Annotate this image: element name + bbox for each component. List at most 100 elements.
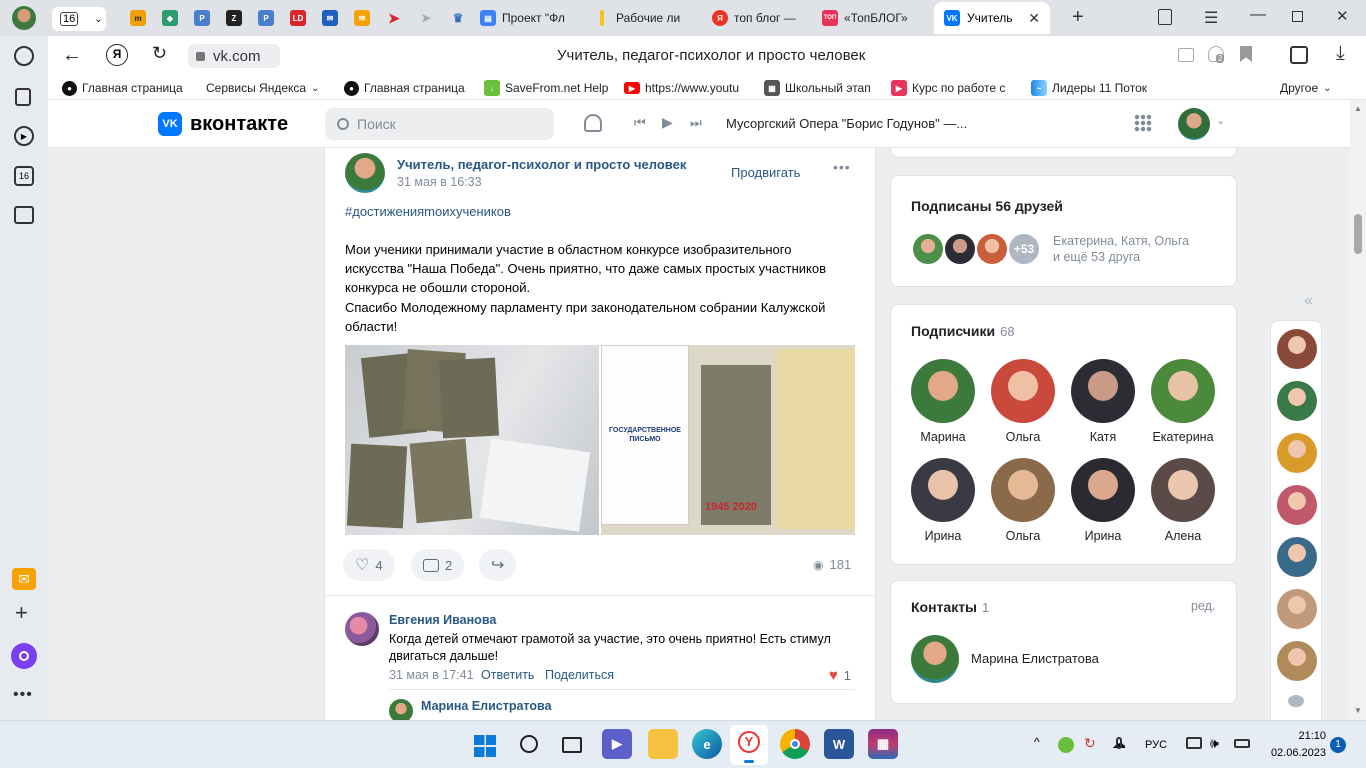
new-tab-button[interactable]: + [1072, 6, 1084, 29]
bookmark-item[interactable]: ▶ Курс по работе с [891, 78, 1019, 98]
follower-name[interactable]: Катя [1063, 430, 1143, 444]
tab-worksheets[interactable]: Рабочие ли [600, 4, 700, 32]
pinned-tab-3[interactable]: P [194, 10, 210, 26]
reply-author[interactable]: Марина Елистратова [421, 699, 552, 713]
post-date[interactable]: 31 мая в 16:33 [397, 175, 482, 189]
start-icon[interactable] [474, 735, 496, 757]
chrome-icon[interactable] [780, 729, 810, 759]
bookmark-item[interactable]: ↓ SaveFrom.net Help [484, 78, 612, 98]
edge-icon[interactable]: e [692, 729, 722, 759]
follower-name[interactable]: Ольга [983, 430, 1063, 444]
bookmark-icon[interactable] [1240, 46, 1252, 62]
follower-avatar[interactable] [1151, 359, 1215, 423]
like-button[interactable]: ♡ 4 [343, 549, 395, 581]
language-indicator[interactable]: РУС [1145, 739, 1167, 751]
followers-heading[interactable]: Подписчики 68 [911, 323, 1015, 339]
pinned-tab-2[interactable]: ◆ [162, 10, 178, 26]
bookmark-item[interactable]: ▦ Школьный этап [764, 78, 880, 98]
next-track-icon[interactable]: ⏭ [690, 115, 702, 131]
post-hashtag[interactable]: #достиженияmoихучеников [345, 204, 511, 219]
post-photo-2[interactable]: ГОСУДАРСТВЕННОЕ ПИСЬМО 1945 2020 [601, 345, 855, 535]
search-taskbar-icon[interactable] [520, 735, 538, 753]
follower-avatar[interactable] [911, 458, 975, 522]
vk-search[interactable]: Поиск [325, 108, 554, 140]
tab-counter-button[interactable]: 16 ⌄ [52, 7, 106, 31]
pinned-tab-5[interactable]: P [258, 10, 274, 26]
bookmark-item[interactable]: ~ Лидеры 11 Поток [1031, 78, 1157, 98]
chat-contact-avatar[interactable] [1277, 537, 1317, 577]
post-author[interactable]: Учитель, педагог-психолог и просто челов… [397, 157, 686, 172]
back-icon[interactable]: ← [62, 44, 82, 67]
comment-share[interactable]: Поделиться [545, 668, 614, 682]
pinned-tab-11[interactable]: ♛ [450, 10, 466, 26]
contact-name[interactable]: Марина Елистратова [971, 651, 1099, 666]
yandex-home-icon[interactable]: Я [106, 44, 128, 66]
comment-date[interactable]: 31 мая в 17:41 [389, 668, 474, 682]
share-button[interactable]: ↪ [479, 549, 517, 581]
post-photo-1[interactable] [345, 345, 599, 535]
tab-project[interactable]: ▤ Проект "Фл [480, 4, 590, 32]
battery-icon[interactable] [1234, 739, 1250, 748]
scroll-up-icon[interactable]: ▲ [1354, 104, 1362, 113]
explorer-icon[interactable] [648, 729, 678, 759]
video-icon[interactable]: ▶ [14, 126, 34, 146]
history-icon[interactable] [14, 46, 34, 66]
contacts-heading[interactable]: Контакты 1 [911, 599, 989, 615]
follower-avatar[interactable] [1071, 458, 1135, 522]
task-view-icon[interactable] [562, 737, 582, 753]
winrar-icon[interactable]: ▦ [868, 729, 898, 759]
vk-logo[interactable]: VK вконтакте [158, 112, 288, 136]
tab-count-side-icon[interactable]: 16 [14, 166, 34, 186]
follower-name[interactable]: Ольга [983, 529, 1063, 543]
chat-contact-avatar[interactable] [1277, 433, 1317, 473]
pinned-tab-8[interactable]: ✉ [354, 10, 370, 26]
follower-avatar[interactable] [1071, 359, 1135, 423]
pinned-tab-1[interactable]: m [130, 10, 146, 26]
friend-avatar[interactable] [975, 232, 1009, 266]
pinned-tab-4[interactable]: Z [226, 10, 242, 26]
profile-avatar[interactable] [12, 6, 36, 30]
mic-icon[interactable] [1116, 737, 1122, 749]
bookmark-item[interactable]: ● Главная страница [344, 78, 472, 98]
chat-contact-avatar[interactable] [1277, 641, 1317, 681]
collections-icon[interactable] [1158, 9, 1172, 25]
restore-icon[interactable] [1292, 11, 1303, 22]
friends-more[interactable]: +53 [1007, 232, 1041, 266]
friend-avatar[interactable] [943, 232, 977, 266]
sidebar-toggle-icon[interactable] [1290, 46, 1308, 64]
display-icon[interactable] [1186, 737, 1202, 749]
minimize-icon[interactable]: — [1250, 6, 1266, 24]
menu-icon[interactable]: ☰ [1204, 8, 1218, 28]
close-window-icon[interactable]: ✕ [1336, 7, 1349, 25]
follower-name[interactable]: Ирина [1063, 529, 1143, 543]
chat-contact-avatar[interactable] [1277, 329, 1317, 369]
pinned-tab-9[interactable]: ➤ [386, 10, 402, 26]
volume-icon[interactable]: 🕪 [1210, 735, 1219, 752]
follower-avatar[interactable] [991, 458, 1055, 522]
comment-like[interactable]: ♥ 1 [829, 667, 851, 684]
mail-icon[interactable]: ✉ [12, 568, 36, 590]
bookmark-item[interactable]: ● Главная страница [62, 78, 190, 98]
chat-contact-avatar[interactable] [1277, 589, 1317, 629]
friends-names[interactable]: Екатерина, Катя, Ольга [1053, 234, 1189, 248]
reload-icon[interactable]: ↻ [152, 43, 167, 64]
screenshot-icon[interactable] [14, 206, 34, 224]
chat-contact-avatar[interactable] [1277, 381, 1317, 421]
bookmark-item[interactable]: ▶ https://www.youtu [624, 78, 752, 98]
chevron-down-icon[interactable]: ⌄ [1216, 114, 1225, 127]
contact-avatar[interactable] [911, 635, 959, 683]
bookmark-folder-yandex[interactable]: Сервисы Яндекса ⌄ [206, 78, 332, 98]
url-pill[interactable]: vk.com [188, 44, 280, 68]
apps-icon[interactable] [1134, 114, 1152, 132]
contacts-edit[interactable]: ред. [1191, 599, 1215, 613]
bell-icon[interactable] [584, 114, 602, 132]
follower-avatar[interactable] [911, 359, 975, 423]
comment-button[interactable]: 2 [411, 549, 465, 581]
tray-chevron-icon[interactable]: ^ [1034, 735, 1040, 749]
user-avatar[interactable] [1178, 108, 1210, 140]
chat-contact-avatar[interactable] [1277, 485, 1317, 525]
chat-bubble-icon[interactable] [1288, 695, 1304, 707]
clock-time[interactable]: 21:10 [1282, 730, 1326, 742]
follower-name[interactable]: Ирина [903, 529, 983, 543]
download-icon[interactable]: ⤓ [1336, 42, 1345, 65]
